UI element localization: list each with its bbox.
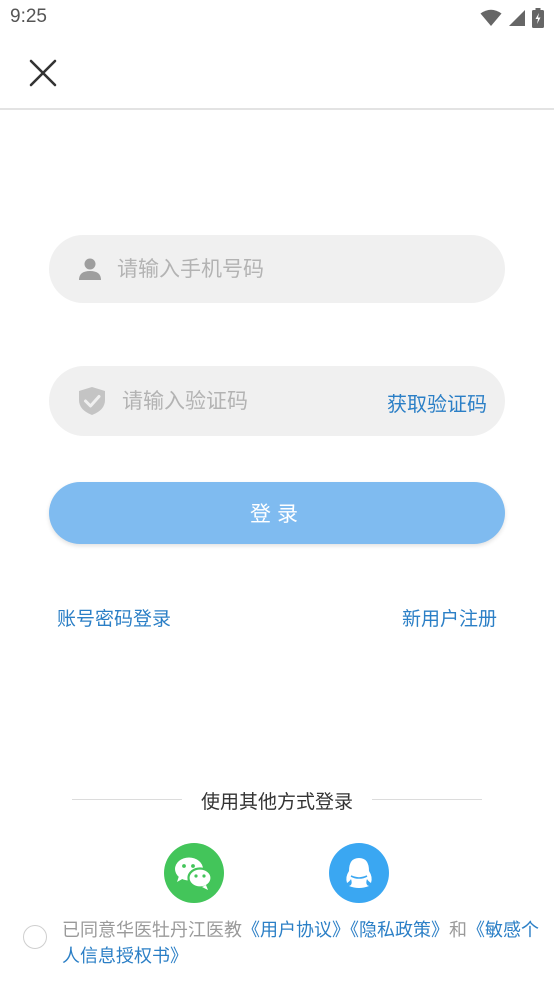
close-icon — [29, 59, 57, 87]
phone-input[interactable] — [115, 248, 479, 290]
user-icon — [79, 258, 101, 280]
phone-field[interactable] — [49, 235, 505, 303]
verification-code-input[interactable] — [120, 380, 364, 422]
agreement-prefix: 已同意华医牡丹江医教 — [62, 920, 242, 941]
agreement-checkbox[interactable] — [23, 925, 47, 949]
shield-check-icon — [79, 387, 105, 415]
agreement-and: 和 — [449, 920, 467, 941]
register-link[interactable]: 新用户注册 — [402, 604, 497, 631]
status-time: 9:25 — [10, 6, 47, 27]
login-button[interactable]: 登录 — [49, 482, 505, 544]
qq-icon — [346, 858, 372, 888]
other-login-title: 使用其他方式登录 — [200, 791, 353, 813]
status-icons — [480, 6, 544, 30]
signal-icon — [509, 10, 525, 26]
user-agreement-link[interactable]: 《用户协议》 — [242, 920, 350, 941]
get-code-button[interactable]: 获取验证码 — [387, 388, 487, 417]
verification-code-field[interactable]: 获取验证码 — [49, 366, 505, 436]
topbar-divider — [0, 108, 554, 110]
close-button[interactable] — [26, 56, 60, 90]
wechat-icon — [175, 857, 213, 890]
agreement-text: 已同意华医牡丹江医教《用户协议》《隐私政策》和《敏感个人信息授权书》 — [62, 918, 548, 970]
battery-icon — [532, 8, 544, 28]
wechat-login-button[interactable] — [164, 843, 224, 903]
qq-login-button[interactable] — [329, 843, 389, 903]
wifi-icon — [480, 9, 502, 26]
privacy-policy-link[interactable]: 《隐私政策》 — [350, 920, 449, 941]
password-login-link[interactable]: 账号密码登录 — [57, 604, 171, 631]
